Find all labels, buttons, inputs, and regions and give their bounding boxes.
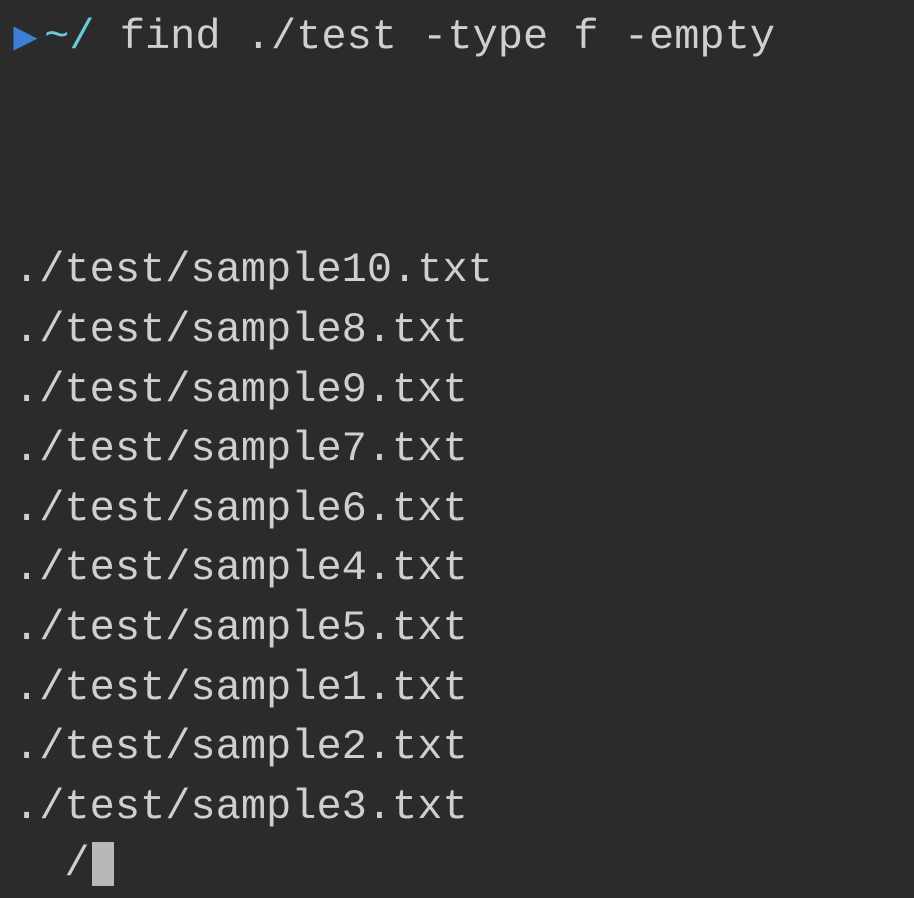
output-line: ./test/sample7.txt	[14, 420, 900, 480]
output-line: ./test/sample2.txt	[14, 718, 900, 778]
command-output: ./test/sample10.txt./test/sample8.txt./t…	[14, 122, 900, 838]
prompt-line: ▸ ~/ find ./test -type f -empty	[14, 10, 900, 64]
cursor-line: /	[14, 840, 900, 888]
cursor-block	[92, 842, 114, 886]
output-line: ./test/sample5.txt	[14, 599, 900, 659]
command-text: find ./test -type f -empty	[95, 13, 776, 61]
output-line: ./test/sample10.txt	[14, 241, 900, 301]
cursor-prefix: /	[14, 840, 90, 888]
output-line: ./test/sample3.txt	[14, 778, 900, 838]
terminal-window[interactable]: ▸ ~/ find ./test -type f -empty ./test/s…	[0, 0, 914, 898]
output-line: ./test/sample4.txt	[14, 539, 900, 599]
prompt-path: ~/	[44, 13, 94, 61]
prompt-arrow-icon: ▸	[14, 10, 36, 64]
output-line: ./test/sample8.txt	[14, 301, 900, 361]
output-line: ./test/sample1.txt	[14, 659, 900, 719]
output-line: ./test/sample6.txt	[14, 480, 900, 540]
output-line: ./test/sample9.txt	[14, 361, 900, 421]
command-value: find ./test -type f -empty	[120, 13, 775, 61]
